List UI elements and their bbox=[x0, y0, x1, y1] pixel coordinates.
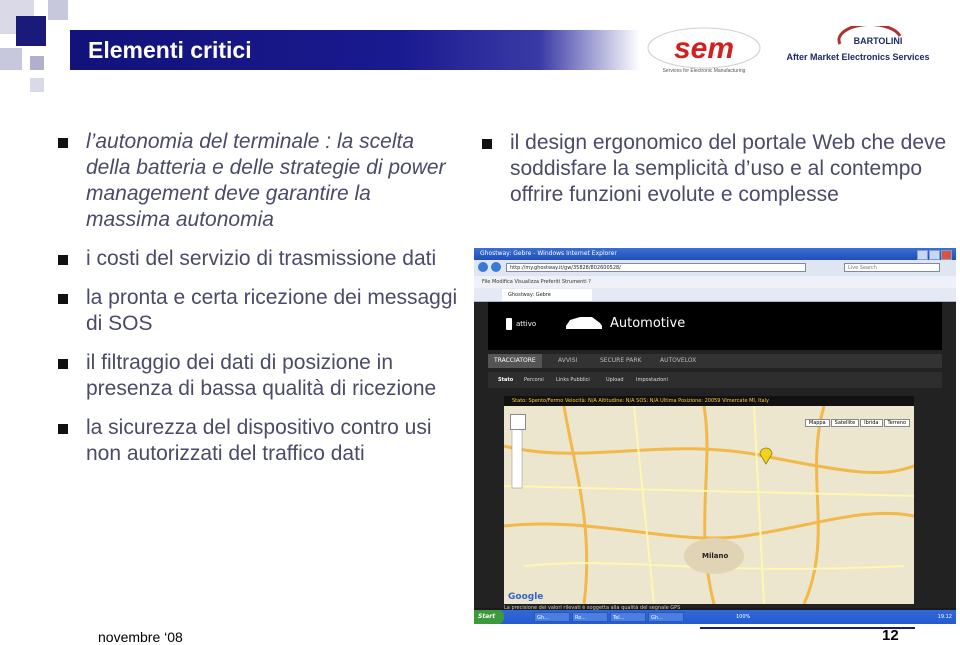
nav-avvisi[interactable]: AVVISI bbox=[558, 354, 577, 368]
corner-square-2 bbox=[16, 16, 46, 46]
sem-logo-tagline: Services for Electronic Manufacturing bbox=[663, 68, 746, 74]
map-view[interactable]: Milano Mappa Satellite Ibrida Terreno Googl… bbox=[504, 406, 914, 604]
browser-search-input[interactable]: Live Search bbox=[844, 263, 940, 272]
browser-tab[interactable]: Ghostway: Gebre bbox=[502, 289, 592, 301]
minimize-icon[interactable] bbox=[917, 250, 928, 260]
corner-square-6 bbox=[30, 78, 44, 92]
bullet-text: il filtraggio dei dati di posizione in p… bbox=[86, 351, 437, 400]
portal-page: attivo Automotive TRACCIATORE AVVISI SEC… bbox=[474, 302, 956, 611]
map-button-terreno[interactable]: Terreno bbox=[883, 419, 910, 427]
device-icon bbox=[506, 318, 512, 330]
bartolini-name: BARTOLINI bbox=[854, 36, 903, 46]
slide-title: Elementi critici bbox=[88, 37, 252, 63]
car-icon bbox=[566, 317, 602, 329]
pan-control-icon[interactable] bbox=[510, 414, 526, 430]
sem-logo: sem Services for Electronic Manufacturin… bbox=[647, 27, 761, 74]
bullet-text: l’autonomia del terminale : la scelta de… bbox=[86, 130, 446, 231]
bartolini-service: After Market Electronics Services bbox=[786, 52, 929, 62]
nav-tracciatore[interactable]: TRACCIATORE bbox=[488, 354, 542, 368]
bullet-square-icon bbox=[58, 294, 68, 304]
bullet-square-icon bbox=[58, 138, 68, 148]
corner-square-4 bbox=[0, 48, 22, 70]
bullet-item: l’autonomia del terminale : la scelta de… bbox=[50, 129, 460, 233]
bullet-square-icon bbox=[58, 255, 68, 265]
browser-menu-bar[interactable]: File Modifica Visualizza Preferiti Strum… bbox=[474, 276, 956, 288]
page-number: 12 bbox=[882, 627, 899, 644]
app-nav: TRACCIATORE AVVISI SECURE PARK AUTOVELOX bbox=[488, 354, 942, 368]
app-header: attivo Automotive bbox=[488, 302, 942, 350]
nav-secure-park[interactable]: SECURE PARK bbox=[600, 354, 642, 368]
app-title: Automotive bbox=[610, 316, 686, 331]
taskbar-item[interactable]: Gh... bbox=[648, 612, 684, 622]
portal-screenshot: Ghostway: Gebre - Windows Internet Explo… bbox=[474, 248, 956, 624]
map-roads bbox=[504, 406, 914, 604]
zoom-level[interactable]: 100% bbox=[736, 610, 750, 624]
google-logo: Google bbox=[508, 592, 544, 602]
taskbar-item[interactable]: Tel... bbox=[610, 612, 646, 622]
bullet-square-icon bbox=[58, 359, 68, 369]
taskbar-item[interactable]: Gh... bbox=[534, 612, 570, 622]
bullet-item: i costi del servizio di trasmissione dat… bbox=[50, 246, 460, 272]
left-bullet-list: l’autonomia del terminale : la scelta de… bbox=[50, 129, 460, 480]
bullet-text: il design ergonomico del portale Web che… bbox=[510, 131, 947, 206]
bullet-text: la sicurezza del dispositivo contro usi … bbox=[86, 416, 432, 465]
corner-square-3 bbox=[48, 0, 68, 20]
app-subnav: Stato Percorsi Links Pubblici Upload Imp… bbox=[488, 372, 942, 388]
taskbar-clock: 19.12 bbox=[937, 614, 952, 620]
url-input[interactable]: http://my.ghostway.it/gw/35828/802600528… bbox=[506, 263, 806, 272]
bullet-item: il filtraggio dei dati di posizione in p… bbox=[50, 350, 460, 402]
browser-window-title: Ghostway: Gebre - Windows Internet Explo… bbox=[480, 250, 617, 257]
subnav-links[interactable]: Links Pubblici bbox=[556, 372, 590, 388]
bullet-item: la sicurezza del dispositivo contro usi … bbox=[50, 415, 460, 467]
map-button-ibrida[interactable]: Ibrida bbox=[860, 419, 883, 427]
bullet-text: la pronta e certa ricezione dei messaggi… bbox=[86, 286, 458, 335]
bullet-square-icon bbox=[58, 424, 68, 434]
map-button-mappa[interactable]: Mappa bbox=[804, 419, 830, 427]
footer-date: novembre ‘08 bbox=[98, 629, 183, 645]
browser-tab-strip: Ghostway: Gebre bbox=[474, 288, 956, 302]
app-attivo-label: attivo bbox=[516, 320, 537, 328]
subnav-upload[interactable]: Upload bbox=[606, 372, 624, 388]
sem-logo-text: sem bbox=[674, 32, 734, 65]
taskbar-item[interactable]: Ro... bbox=[572, 612, 608, 622]
bartolini-logo: BARTOLINI After Market Electronics Servi… bbox=[786, 26, 930, 62]
vehicle-status-line: Stato: Spento/Fermo Velocità: N/A Altitu… bbox=[504, 396, 914, 406]
right-bullet-list: il design ergonomico del portale Web che… bbox=[474, 130, 954, 208]
subnav-stato[interactable]: Stato bbox=[498, 372, 513, 388]
map-button-satellite[interactable]: Satellite bbox=[830, 419, 860, 427]
browser-address-bar: http://my.ghostway.it/gw/35828/802600528… bbox=[474, 260, 956, 276]
forward-icon[interactable] bbox=[491, 262, 501, 272]
map-type-buttons: Mappa Satellite Ibrida Terreno bbox=[804, 409, 910, 428]
map-city-label: Milano bbox=[702, 552, 729, 560]
subnav-percorsi[interactable]: Percorsi bbox=[524, 372, 544, 388]
corner-square-5 bbox=[30, 56, 44, 70]
maximize-icon[interactable] bbox=[929, 250, 940, 260]
browser-title-bar: Ghostway: Gebre - Windows Internet Explo… bbox=[474, 248, 956, 260]
subnav-impostazioni[interactable]: Impostazioni bbox=[636, 372, 668, 388]
start-button[interactable]: Start bbox=[474, 610, 504, 624]
title-bar-fade bbox=[540, 30, 640, 70]
bullet-item: la pronta e certa ricezione dei messaggi… bbox=[50, 285, 460, 337]
nav-autovelox[interactable]: AUTOVELOX bbox=[660, 354, 696, 368]
back-icon[interactable] bbox=[478, 262, 488, 272]
close-icon[interactable] bbox=[941, 250, 952, 260]
bullet-text: i costi del servizio di trasmissione dat… bbox=[86, 247, 437, 270]
bullet-item: il design ergonomico del portale Web che… bbox=[474, 130, 954, 208]
windows-taskbar: Start Gh... Ro... Tel... Gh... 100% 19.1… bbox=[474, 610, 956, 624]
vehicle-marker-icon[interactable] bbox=[760, 446, 772, 462]
bullet-square-icon bbox=[482, 139, 492, 149]
